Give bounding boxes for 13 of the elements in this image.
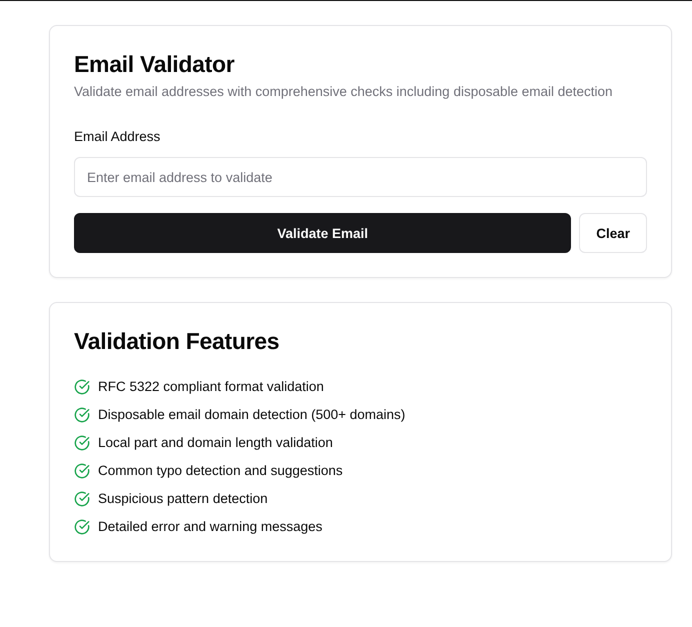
clear-button[interactable]: Clear xyxy=(579,213,647,253)
feature-text: Disposable email domain detection (500+ domains) xyxy=(98,406,406,424)
feature-text: RFC 5322 compliant format validation xyxy=(98,378,324,396)
card-title: Email Validator xyxy=(74,50,236,78)
card-description: Validate email addresses with comprehensive checks including disposable email detection xyxy=(74,83,614,101)
feature-text: Suspicious pattern detection xyxy=(98,490,268,508)
field-label: Email Address xyxy=(74,128,160,146)
feature-text: Detailed error and warning messages xyxy=(98,518,322,536)
email-input-field[interactable]: Enter email address to validate xyxy=(74,157,647,197)
feature-text: Local part and domain length validation xyxy=(98,434,333,452)
card-title: Validation Features xyxy=(74,327,280,355)
feature-text: Common typo detection and suggestions xyxy=(98,462,343,480)
validate-button[interactable]: Validate Email xyxy=(74,213,572,253)
